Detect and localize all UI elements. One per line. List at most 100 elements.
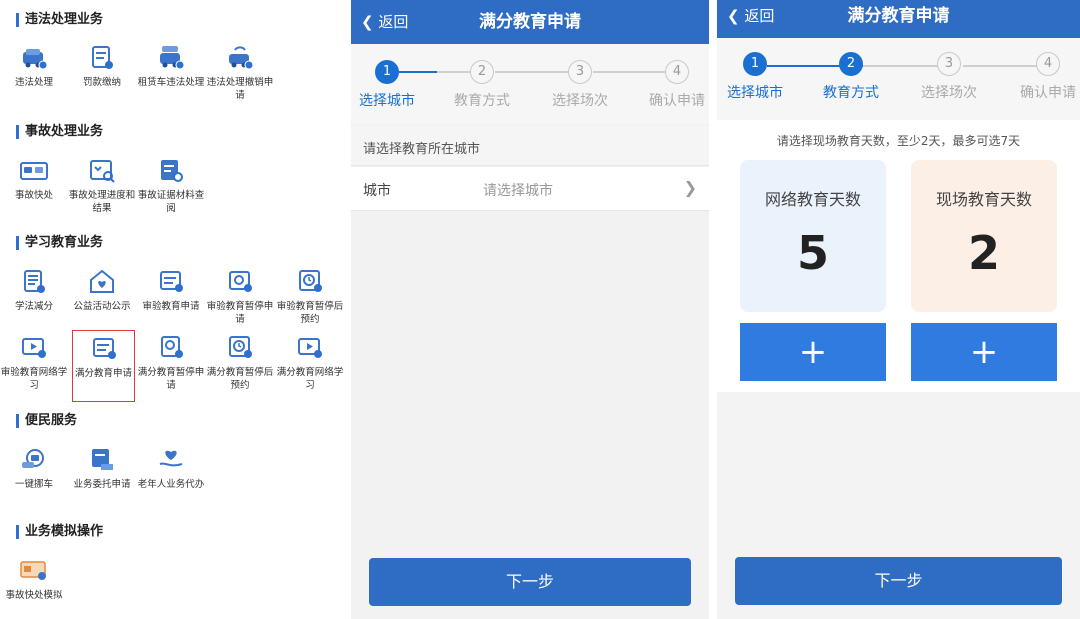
online-days-plus-button[interactable]: + [740, 323, 886, 381]
onsite-days-card: 现场教育天数 2 [911, 160, 1057, 312]
heart-hand-icon [156, 446, 186, 474]
grid-item-full-score-online[interactable]: 满分教育网络学习 [276, 334, 344, 392]
step-label: 选择场次 [552, 93, 608, 109]
notebook-icon [19, 268, 49, 296]
days-hint: 请选择现场教育天数，至少2天，最多可选7天 [776, 134, 1021, 148]
grid-item-move-car[interactable]: 一键挪车 [0, 446, 68, 491]
video-icon [295, 334, 325, 362]
online-days-card: 网络教育天数 5 [740, 160, 886, 312]
accident-icon [19, 157, 49, 185]
section-title-accident: 事故处理业务 [16, 125, 103, 139]
step-label: 选择城市 [359, 93, 415, 109]
grid-item-label: 公益活动公示 [73, 301, 131, 312]
grid-item-public-activity[interactable]: 公益活动公示 [68, 268, 136, 313]
step-label: 教育方式 [454, 93, 510, 109]
grid-item-review-online[interactable]: 审验教育网络学习 [0, 334, 68, 392]
step-number: 2 [470, 60, 494, 84]
onsite-days-value: 2 [967, 226, 1000, 280]
grid-item-label: 业务委托申请 [73, 479, 131, 490]
grid-item-review-pause[interactable]: 审验教育暂停申请 [206, 268, 274, 326]
city-placeholder: 请选择城市 [483, 183, 553, 199]
search-doc-icon [87, 157, 117, 185]
grid-item-label: 事故快处模拟 [5, 590, 63, 601]
step-3: 3 选择场次 [904, 52, 994, 102]
heart-house-icon [87, 268, 117, 296]
video-icon [19, 334, 49, 362]
grid-item-review-apply[interactable]: 审验教育申请 [137, 268, 205, 313]
step-label: 确认申请 [1020, 85, 1076, 101]
grid-item-accident-progress[interactable]: 事故处理进度和结果 [68, 157, 136, 215]
grid-item-full-score-reserve[interactable]: 满分教育暂停后预约 [206, 334, 274, 392]
grid-item-accident-simulation[interactable]: 事故快处模拟 [0, 557, 68, 602]
page-title: 满分教育申请 [479, 12, 581, 32]
service-menu-panel: 违法处理业务 违法处理 罚款缴纳 租赁车违法处理 违法处理撤销申请 事故处理业务… [0, 0, 345, 619]
days-selector: 请选择现场教育天数，至少2天，最多可选7天 网络教育天数 5 现场教育天数 2 … [717, 120, 1080, 392]
step-label: 选择城市 [727, 85, 783, 101]
grid-item-label: 违法处理 [14, 77, 53, 88]
grid-item-label: 审验教育网络学习 [0, 367, 68, 391]
rental-car-icon [156, 44, 186, 72]
section-title-convenience: 便民服务 [16, 414, 77, 428]
grid-item-label: 审验教育申请 [142, 301, 200, 312]
grid-item-elderly-service[interactable]: 老年人业务代办 [137, 446, 205, 491]
next-step-button[interactable]: 下一步 [735, 557, 1062, 605]
grid-item-violation-revoke[interactable]: 违法处理撤销申请 [206, 44, 274, 102]
entrust-doc-icon [87, 446, 117, 474]
grid-item-label: 审验教育暂停申请 [206, 301, 274, 325]
step-number: 3 [568, 60, 592, 84]
move-car-icon [19, 446, 49, 474]
grid-item-label: 违法处理撤销申请 [206, 77, 274, 101]
nav-header: ❮ 返回 满分教育申请 [717, 0, 1080, 38]
step-1: 1 选择城市 [717, 52, 800, 102]
document-12-icon [89, 335, 119, 363]
step-2: 2 教育方式 [806, 52, 896, 102]
step-indicator: 1 选择城市 2 教育方式 3 选择场次 4 确认申请 [717, 38, 1080, 120]
chevron-right-icon: ❯ [683, 178, 697, 197]
grid-item-label: 满分教育暂停后预约 [206, 367, 274, 391]
onsite-days-plus-button[interactable]: + [911, 323, 1057, 381]
grid-item-accident-quick[interactable]: 事故快处 [0, 157, 68, 202]
pause-doc-icon [225, 268, 255, 296]
grid-item-rental-violation[interactable]: 租赁车违法处理 [137, 44, 205, 89]
grid-item-label: 罚款缴纳 [82, 77, 121, 88]
step-indicator: 1 选择城市 2 教育方式 3 选择场次 4 确认申请 [351, 44, 709, 124]
step-label: 选择场次 [921, 85, 977, 101]
full-score-apply-step2: ❮ 返回 满分教育申请 1 选择城市 2 教育方式 3 选择场次 4 确认申请 … [717, 0, 1080, 619]
simulation-icon [19, 557, 49, 585]
full-score-apply-step1: ❮ 返回 满分教育申请 1 选择城市 2 教育方式 3 选择场次 4 确认申请 … [351, 0, 709, 619]
grid-item-study-deduct[interactable]: 学法减分 [0, 268, 68, 313]
city-section-header: 请选择教育所在城市 [351, 126, 709, 166]
grid-item-label: 满分教育暂停申请 [137, 367, 205, 391]
grid-item-fine-payment[interactable]: 罚款缴纳 [68, 44, 136, 89]
online-days-label: 网络教育天数 [764, 190, 861, 209]
step-number: 1 [375, 60, 399, 84]
grid-item-violation-handle[interactable]: 违法处理 [0, 44, 68, 89]
grid-item-entrust[interactable]: 业务委托申请 [68, 446, 136, 491]
grid-item-label: 满分教育申请 [74, 368, 132, 379]
city-select-row[interactable]: 城市 请选择城市 ❯ [351, 167, 709, 211]
grid-item-full-score-pause[interactable]: 满分教育暂停申请 [137, 334, 205, 392]
grid-item-full-score-apply[interactable]: 满分教育申请 [72, 330, 135, 402]
step-number: 4 [1036, 52, 1060, 76]
grid-item-label: 事故证据材料查阅 [137, 190, 205, 214]
section-title-simulation: 业务模拟操作 [16, 525, 103, 539]
grid-item-label: 一键挪车 [14, 479, 53, 490]
online-days-value: 5 [796, 226, 829, 280]
grid-item-review-reserve[interactable]: 审验教育暂停后预约 [276, 268, 344, 326]
grid-item-label: 满分教育网络学习 [276, 367, 344, 391]
grid-item-label: 学法减分 [14, 301, 53, 312]
next-step-button[interactable]: 下一步 [369, 558, 691, 606]
step-label: 确认申请 [649, 93, 705, 109]
grid-item-label: 租赁车违法处理 [137, 77, 205, 88]
step-2: 2 教育方式 [437, 60, 527, 110]
clock-doc-icon [225, 334, 255, 362]
section-title-violation: 违法处理业务 [16, 13, 103, 27]
city-section-title: 请选择教育所在城市 [363, 142, 481, 157]
grid-item-accident-evidence[interactable]: 事故证据材料查阅 [137, 157, 205, 215]
grid-item-label: 老年人业务代办 [137, 479, 205, 490]
document-icon [156, 268, 186, 296]
receipt-icon [87, 44, 117, 72]
clock-doc-icon [295, 268, 325, 296]
step-1: 1 选择城市 [351, 60, 432, 110]
section-title-education: 学习教育业务 [16, 236, 103, 250]
